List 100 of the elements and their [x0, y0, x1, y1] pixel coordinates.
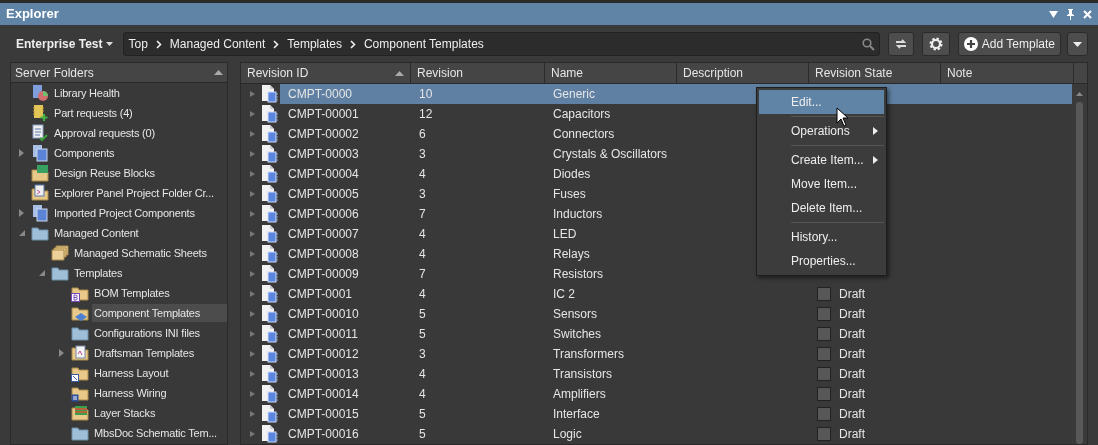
- table-cell[interactable]: CMPT-00015: [280, 404, 411, 424]
- pin-icon[interactable]: [1066, 8, 1075, 20]
- tree-item[interactable]: Explorer Panel Project Folder Cr...: [52, 183, 227, 203]
- expand-arrow-icon[interactable]: [249, 230, 257, 238]
- submenu-arrow-icon: [873, 127, 878, 135]
- table-cell-text: Draft: [839, 386, 865, 403]
- dropdown-button[interactable]: [1067, 32, 1088, 56]
- expand-arrow-icon[interactable]: [249, 170, 257, 178]
- table-cell[interactable]: CMPT-00005: [280, 184, 411, 204]
- table-cell[interactable]: CMPT-00003: [280, 144, 411, 164]
- close-icon[interactable]: [1083, 9, 1092, 19]
- server-dropdown[interactable]: Enterprise Test: [10, 35, 120, 53]
- tree-item[interactable]: Harness Layout: [92, 363, 227, 383]
- panel-title: Server Folders: [15, 64, 94, 82]
- tree-item[interactable]: Component Templates: [92, 303, 227, 323]
- menu-item[interactable]: Properties...: [759, 249, 884, 273]
- table-cell[interactable]: CMPT-00016: [280, 424, 411, 444]
- folder-icon: [71, 284, 89, 302]
- breadcrumb-link[interactable]: Templates: [287, 35, 342, 53]
- table-cell[interactable]: CMPT-00006: [280, 204, 411, 224]
- menu-item[interactable]: Create Item...: [759, 148, 884, 172]
- expand-arrow-icon[interactable]: [249, 110, 257, 118]
- table-cell[interactable]: CMPT-00008: [280, 244, 411, 264]
- table-cell[interactable]: CMPT-00007: [280, 224, 411, 244]
- tree-item[interactable]: Imported Project Components: [52, 203, 227, 223]
- table-cell[interactable]: CMPT-00002: [280, 124, 411, 144]
- dropdown-icon[interactable]: [1049, 10, 1058, 18]
- refresh-button[interactable]: [887, 32, 914, 56]
- expand-arrow-icon[interactable]: [249, 90, 257, 98]
- component-document-icon: [261, 265, 279, 283]
- table-cell-text: 5: [418, 306, 427, 323]
- tree-item[interactable]: Design Reuse Blocks: [52, 163, 227, 183]
- table-cell-text: Draft: [839, 406, 865, 423]
- expand-arrow-icon[interactable]: [249, 330, 257, 338]
- component-document-icon: [261, 105, 279, 123]
- column-header[interactable]: Revision State: [809, 63, 941, 83]
- menu-item[interactable]: Operations: [759, 119, 884, 143]
- menu-item[interactable]: Delete Item...: [759, 196, 884, 220]
- expand-arrow-icon[interactable]: [249, 410, 257, 418]
- expand-arrow-icon[interactable]: [249, 210, 257, 218]
- column-header[interactable]: Revision ID: [241, 63, 411, 83]
- tree-item[interactable]: Draftsman Templates: [92, 343, 227, 363]
- table-cell-text: Diodes: [552, 166, 592, 183]
- tree-item[interactable]: Managed Content: [52, 223, 227, 243]
- column-header[interactable]: Note: [941, 63, 1074, 83]
- tree-item[interactable]: Approval requests (0): [52, 123, 227, 143]
- expand-arrow-icon[interactable]: [249, 270, 257, 278]
- table-cell-text: 4: [418, 286, 427, 303]
- breadcrumb-link[interactable]: Top: [128, 35, 148, 53]
- tree-item[interactable]: MbsDoc Schematic Tem...: [92, 423, 227, 443]
- expand-arrow-icon[interactable]: [249, 150, 257, 158]
- tree-item[interactable]: Templates: [72, 263, 227, 283]
- submenu-arrow-icon: [873, 156, 878, 164]
- tree-item[interactable]: Managed Schematic Sheets: [72, 243, 227, 263]
- tree-item[interactable]: BOM Templates: [92, 283, 227, 303]
- table-cell[interactable]: CMPT-00013: [280, 364, 411, 384]
- expand-arrow-icon[interactable]: [249, 350, 257, 358]
- table-cell[interactable]: CMPT-00012: [280, 344, 411, 364]
- expand-arrow-icon[interactable]: [249, 390, 257, 398]
- column-header[interactable]: Name: [545, 63, 677, 83]
- tree-item[interactable]: Harness Wiring: [92, 383, 227, 403]
- table-cell[interactable]: CMPT-0001: [280, 284, 411, 304]
- tree-item[interactable]: Configurations INI files: [92, 323, 227, 343]
- table-cell-text: Sensors: [552, 306, 599, 323]
- table-cell[interactable]: CMPT-00011: [280, 324, 411, 344]
- tree-item[interactable]: Layer Stacks: [92, 403, 227, 423]
- table-cell[interactable]: CMPT-00004: [280, 164, 411, 184]
- folder-icon: [71, 344, 89, 362]
- column-header[interactable]: Revision: [411, 63, 545, 83]
- expand-arrow-icon[interactable]: [249, 370, 257, 378]
- settings-button[interactable]: [921, 32, 950, 56]
- state-indicator: [817, 387, 831, 401]
- table-cell[interactable]: CMPT-00009: [280, 264, 411, 284]
- expand-arrow-icon[interactable]: [249, 290, 257, 298]
- table-cell-text: Capacitors: [552, 106, 612, 123]
- sort-icon[interactable]: [214, 70, 223, 75]
- table-cell[interactable]: CMPT-00001: [280, 104, 411, 124]
- expand-arrow-icon[interactable]: [249, 430, 257, 438]
- table-cell-text: LED: [552, 226, 578, 243]
- tree-item[interactable]: Part requests (4): [52, 103, 227, 123]
- breadcrumb-link[interactable]: Component Templates: [363, 35, 484, 53]
- column-header[interactable]: Description: [677, 63, 809, 83]
- component-document-icon: [261, 305, 279, 323]
- table-cell[interactable]: CMPT-00010: [280, 304, 411, 324]
- caret-icon: [1073, 41, 1082, 47]
- expand-arrow-icon[interactable]: [249, 130, 257, 138]
- expand-arrow-icon[interactable]: [249, 310, 257, 318]
- search-icon[interactable]: [861, 37, 875, 51]
- expand-arrow-icon[interactable]: [249, 190, 257, 198]
- component-document-icon: [261, 205, 279, 223]
- table-cell-text: 7: [418, 206, 427, 223]
- expand-arrow-icon[interactable]: [249, 250, 257, 258]
- table-cell[interactable]: CMPT-00014: [280, 384, 411, 404]
- breadcrumb-link[interactable]: Managed Content: [169, 35, 266, 53]
- menu-item[interactable]: Move Item...: [759, 172, 884, 196]
- tree-item[interactable]: Library Health: [52, 83, 227, 103]
- add-button[interactable]: Add Template: [957, 32, 1061, 56]
- menu-item[interactable]: History...: [759, 225, 884, 249]
- scrollbar-thumb[interactable]: [1076, 102, 1083, 444]
- tree-item[interactable]: Components: [52, 143, 227, 163]
